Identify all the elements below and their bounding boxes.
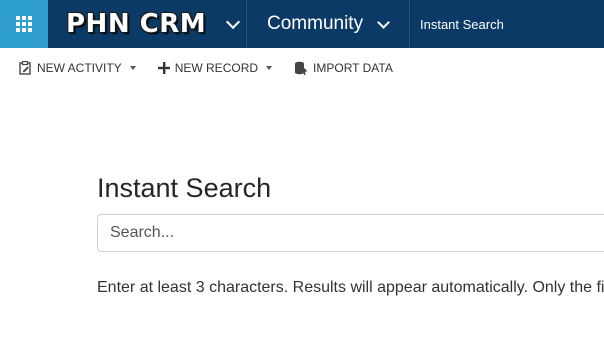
app-launcher-button[interactable] xyxy=(0,0,48,48)
breadcrumb-current: Instant Search xyxy=(420,16,504,32)
new-record-label: NEW RECORD xyxy=(174,61,259,75)
chevron-down-icon xyxy=(377,15,390,29)
new-activity-label: NEW ACTIVITY xyxy=(37,61,122,75)
database-import-icon xyxy=(295,61,308,75)
new-record-button[interactable]: NEW RECORD xyxy=(157,61,273,75)
new-activity-button[interactable]: NEW ACTIVITY xyxy=(19,61,136,75)
plus-icon xyxy=(157,62,170,74)
chevron-down-icon xyxy=(226,14,241,30)
import-data-label: IMPORT DATA xyxy=(313,61,393,75)
import-data-button[interactable]: IMPORT DATA xyxy=(294,61,393,76)
command-bar: NEW ACTIVITY NEW RECORD IMPORT DATA xyxy=(0,48,604,88)
search-box xyxy=(97,214,604,252)
clipboard-edit-icon xyxy=(19,61,31,75)
area-label: Community xyxy=(267,13,364,34)
app-name: PHN CRM xyxy=(66,9,207,39)
app-name-menu[interactable]: PHN CRM xyxy=(48,0,247,48)
area-selector[interactable]: Community xyxy=(247,0,410,48)
caret-down-icon xyxy=(129,66,136,70)
page-title: Instant Search xyxy=(97,173,272,203)
breadcrumb: Instant Search xyxy=(410,0,504,48)
caret-down-icon xyxy=(266,66,273,70)
search-input[interactable] xyxy=(98,215,604,251)
app-launcher-icon xyxy=(16,16,32,32)
search-hint: Enter at least 3 characters. Results wil… xyxy=(97,279,604,296)
top-navigation-bar: PHN CRM Community Instant Search xyxy=(0,0,604,48)
